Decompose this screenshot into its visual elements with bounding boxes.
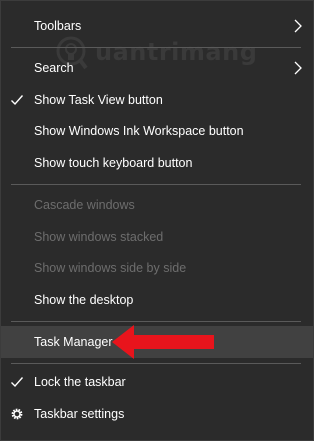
menu-item-show-ink-workspace[interactable]: Show Windows Ink Workspace button bbox=[1, 115, 313, 147]
menu-item-label: Show Task View button bbox=[34, 93, 163, 107]
menu-item-show-desktop[interactable]: Show the desktop bbox=[1, 284, 313, 316]
chevron-right-icon bbox=[294, 19, 302, 33]
menu-separator bbox=[11, 363, 301, 364]
menu-item-toolbars[interactable]: Toolbars bbox=[1, 10, 313, 42]
menu-item-windows-side-by-side: Show windows side by side bbox=[1, 252, 313, 284]
menu-separator bbox=[11, 321, 301, 322]
gear-icon bbox=[11, 408, 23, 420]
menu-item-label: Show windows stacked bbox=[34, 230, 164, 244]
menu-item-label: Taskbar settings bbox=[34, 407, 125, 421]
menu-item-label: Task Manager bbox=[34, 335, 113, 349]
menu-item-cascade-windows: Cascade windows bbox=[1, 189, 313, 221]
menu-item-label: Show windows side by side bbox=[34, 261, 187, 275]
menu-item-label: Cascade windows bbox=[34, 198, 135, 212]
menu-item-label: Show Windows Ink Workspace button bbox=[34, 124, 244, 138]
red-arrow-annotation-icon bbox=[112, 325, 214, 359]
menu-item-show-touch-keyboard[interactable]: Show touch keyboard button bbox=[1, 147, 313, 179]
menu-item-lock-taskbar[interactable]: Lock the taskbar bbox=[1, 366, 313, 398]
menu-item-search[interactable]: Search bbox=[1, 52, 313, 84]
menu-item-label: Search bbox=[34, 61, 74, 75]
menu-item-label: Toolbars bbox=[34, 19, 82, 33]
checkmark-icon bbox=[11, 95, 24, 106]
menu-separator bbox=[11, 184, 301, 185]
menu-item-show-task-view[interactable]: Show Task View button bbox=[1, 84, 313, 116]
menu-item-taskbar-settings[interactable]: Taskbar settings bbox=[1, 398, 313, 430]
menu-item-label: Show the desktop bbox=[34, 293, 134, 307]
checkmark-icon bbox=[11, 377, 24, 388]
chevron-right-icon bbox=[294, 61, 302, 75]
menu-item-label: Lock the taskbar bbox=[34, 375, 126, 389]
menu-item-windows-stacked: Show windows stacked bbox=[1, 221, 313, 253]
taskbar-context-menu: uantrimang Toolbars Search Show Task Vie… bbox=[0, 0, 314, 441]
menu-separator bbox=[11, 47, 301, 48]
menu-item-label: Show touch keyboard button bbox=[34, 156, 193, 170]
